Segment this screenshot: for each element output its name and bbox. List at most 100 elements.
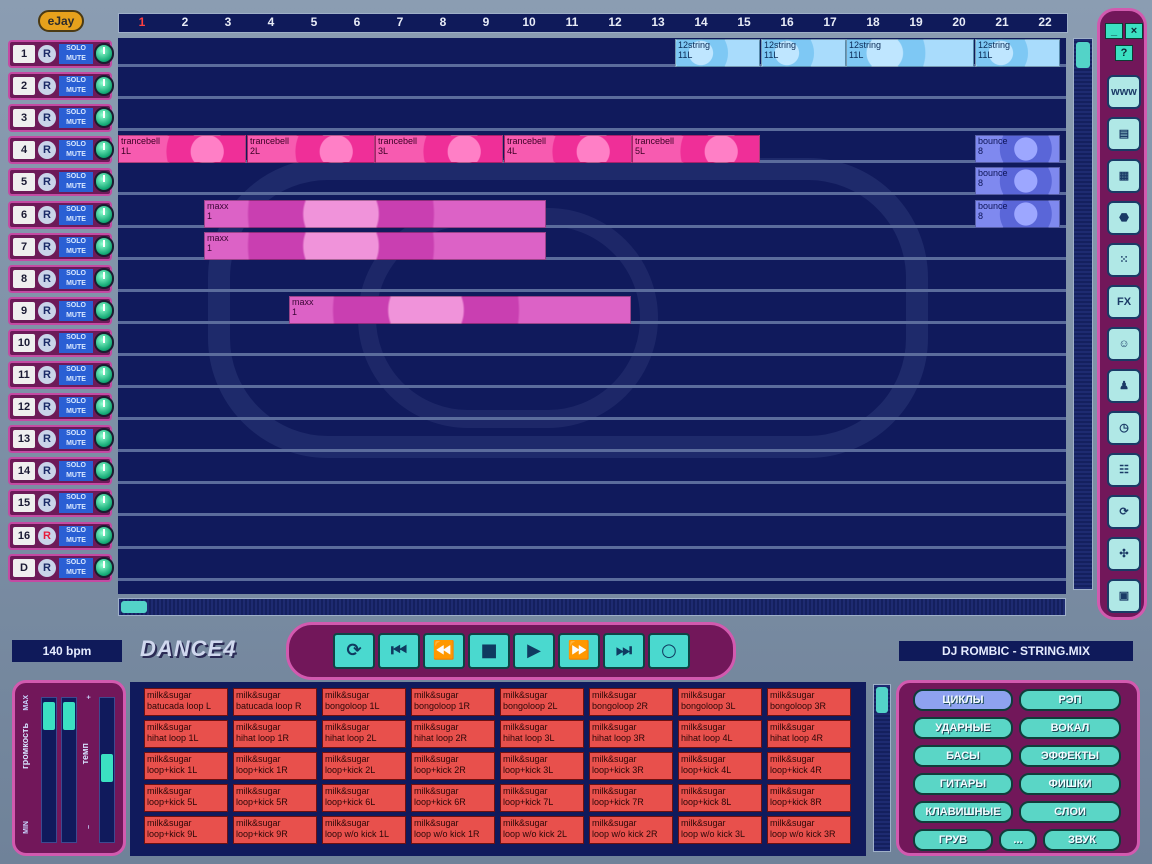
- volume-knob[interactable]: [94, 460, 114, 481]
- mute-button[interactable]: MUTE: [59, 215, 93, 225]
- sample-item[interactable]: milk&sugar hihat loop 2R: [411, 720, 495, 748]
- volume-slider[interactable]: [41, 697, 57, 843]
- sample-item[interactable]: milk&sugar loop w/o kick 1R: [411, 816, 495, 844]
- solo-button[interactable]: SOLO: [59, 558, 93, 568]
- ruler-bar-17[interactable]: 17: [820, 15, 840, 29]
- sample-item[interactable]: milk&sugar loop+kick 5R: [233, 784, 317, 812]
- volume-knob[interactable]: [94, 396, 114, 417]
- sample-item[interactable]: milk&sugar loop+kick 7R: [589, 784, 673, 812]
- loop-icon[interactable]: ⟳: [333, 633, 375, 669]
- volume-knob[interactable]: [94, 107, 114, 128]
- ruler-bar-16[interactable]: 16: [777, 15, 797, 29]
- ruler-bar-4[interactable]: 4: [261, 15, 281, 29]
- ruler-bar-8[interactable]: 8: [433, 15, 453, 29]
- record-icon[interactable]: ○: [648, 633, 690, 669]
- track-lane-10[interactable]: [118, 327, 1066, 356]
- sample-item[interactable]: milk&sugar loop+kick 6R: [411, 784, 495, 812]
- grid-icon[interactable]: ▦: [1107, 159, 1141, 193]
- clip-12string[interactable]: 12string 11L: [761, 39, 846, 67]
- volume-knob[interactable]: [94, 332, 114, 353]
- category-button[interactable]: УДАРНЫЕ: [913, 717, 1013, 739]
- track-lane-5[interactable]: [118, 166, 1066, 195]
- record-arm-button[interactable]: R: [38, 77, 56, 95]
- volume-knob[interactable]: [94, 557, 114, 578]
- record-arm-button[interactable]: R: [38, 494, 56, 512]
- mute-button[interactable]: MUTE: [59, 471, 93, 481]
- mute-button[interactable]: MUTE: [59, 568, 93, 578]
- category-button[interactable]: СЛОИ: [1019, 801, 1121, 823]
- sample-item[interactable]: milk&sugar hihat loop 1L: [144, 720, 228, 748]
- sample-item[interactable]: milk&sugar loop w/o kick 2L: [500, 816, 584, 844]
- solo-button[interactable]: SOLO: [59, 365, 93, 375]
- fast-forward-icon[interactable]: ⏩: [558, 633, 600, 669]
- minimize-button[interactable]: _: [1105, 23, 1123, 39]
- mute-button[interactable]: MUTE: [59, 311, 93, 321]
- track-lane-2[interactable]: [118, 70, 1066, 99]
- volume-knob[interactable]: [94, 300, 114, 321]
- sample-item[interactable]: milk&sugar bongoloop 3R: [767, 688, 851, 716]
- volume-knob[interactable]: [94, 139, 114, 160]
- clip-bounce[interactable]: bounce 8: [975, 167, 1060, 195]
- skip-start-icon[interactable]: ⏮: [378, 633, 420, 669]
- sample-item[interactable]: milk&sugar loop+kick 8R: [767, 784, 851, 812]
- save-icon[interactable]: ▣: [1107, 579, 1141, 613]
- bar-ruler[interactable]: 1 2 3 4 5 6 7 8 9 10 11 12 13 14 15 16 17 18 19 20 21 22: [118, 13, 1068, 33]
- ruler-bar-6[interactable]: 6: [347, 15, 367, 29]
- clip-trancebell[interactable]: trancebell 4L: [504, 135, 632, 163]
- sample-item[interactable]: milk&sugar batucada loop L: [144, 688, 228, 716]
- track-lane-12[interactable]: [118, 391, 1066, 420]
- sample-item[interactable]: milk&sugar loop+kick 9R: [233, 816, 317, 844]
- sample-item[interactable]: milk&sugar hihat loop 3L: [500, 720, 584, 748]
- sample-item[interactable]: milk&sugar hihat loop 4L: [678, 720, 762, 748]
- category-button[interactable]: ФИШКИ: [1019, 773, 1121, 795]
- stop-icon[interactable]: ■: [468, 633, 510, 669]
- sample-item[interactable]: milk&sugar loop+kick 8L: [678, 784, 762, 812]
- mute-button[interactable]: MUTE: [59, 536, 93, 546]
- mute-button[interactable]: MUTE: [59, 343, 93, 353]
- sample-item[interactable]: milk&sugar loop+kick 1R: [233, 752, 317, 780]
- mute-button[interactable]: MUTE: [59, 375, 93, 385]
- ruler-bar-11[interactable]: 11: [562, 15, 582, 29]
- ruler-bar-13[interactable]: 13: [648, 15, 668, 29]
- sample-item[interactable]: milk&sugar loop+kick 5L: [144, 784, 228, 812]
- record-arm-button[interactable]: R: [38, 109, 56, 127]
- mute-button[interactable]: MUTE: [59, 279, 93, 289]
- ruler-bar-7[interactable]: 7: [390, 15, 410, 29]
- ruler-bar-5[interactable]: 5: [304, 15, 324, 29]
- category-bottom-button[interactable]: ...: [999, 829, 1037, 851]
- sample-item[interactable]: milk&sugar hihat loop 2L: [322, 720, 406, 748]
- volume-knob[interactable]: [94, 364, 114, 385]
- sample-item[interactable]: milk&sugar hihat loop 4R: [767, 720, 851, 748]
- sample-item[interactable]: milk&sugar bongoloop 3L: [678, 688, 762, 716]
- solo-button[interactable]: SOLO: [59, 429, 93, 439]
- category-button[interactable]: РЭП: [1019, 689, 1121, 711]
- stop-sign-icon[interactable]: ⬣: [1107, 201, 1141, 235]
- face-icon[interactable]: ☺: [1107, 327, 1141, 361]
- record-arm-button[interactable]: R: [38, 398, 56, 416]
- track-lane-15[interactable]: [118, 487, 1066, 516]
- dots-icon[interactable]: ⁙: [1107, 243, 1141, 277]
- ruler-bar-20[interactable]: 20: [949, 15, 969, 29]
- volume-knob[interactable]: [94, 428, 114, 449]
- mute-button[interactable]: MUTE: [59, 54, 93, 64]
- solo-button[interactable]: SOLO: [59, 397, 93, 407]
- sample-item[interactable]: milk&sugar hihat loop 3R: [589, 720, 673, 748]
- ruler-bar-22[interactable]: 22: [1035, 15, 1055, 29]
- tracks-vertical-scrollbar[interactable]: [1073, 38, 1093, 590]
- ruler-bar-9[interactable]: 9: [476, 15, 496, 29]
- volume-slider-thumb[interactable]: [43, 702, 55, 730]
- track-lane-3[interactable]: [118, 102, 1066, 131]
- clock-icon[interactable]: ◷: [1107, 411, 1141, 445]
- tempo-slider-thumb[interactable]: [101, 754, 113, 782]
- ruler-bar-10[interactable]: 10: [519, 15, 539, 29]
- volume-knob[interactable]: [94, 268, 114, 289]
- volume-slider-right-thumb[interactable]: [63, 702, 75, 730]
- solo-button[interactable]: SOLO: [59, 301, 93, 311]
- record-arm-button[interactable]: R: [38, 302, 56, 320]
- sample-item[interactable]: milk&sugar loop+kick 4R: [767, 752, 851, 780]
- robot-icon[interactable]: ♟: [1107, 369, 1141, 403]
- ruler-bar-1[interactable]: 1: [132, 15, 152, 29]
- volume-knob[interactable]: [94, 204, 114, 225]
- tracks-vertical-scroll-thumb[interactable]: [1076, 42, 1090, 68]
- www-icon[interactable]: www: [1107, 75, 1141, 109]
